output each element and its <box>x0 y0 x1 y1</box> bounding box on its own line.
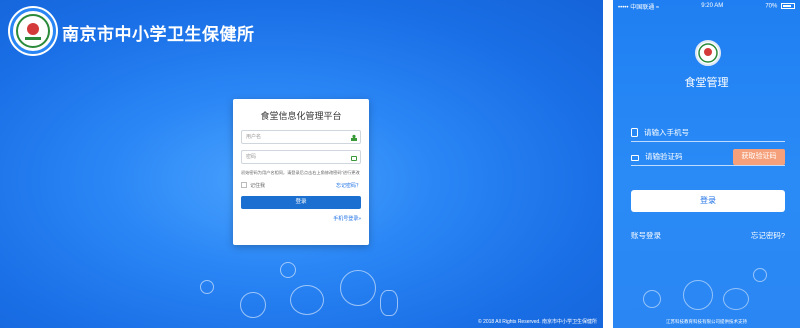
forgot-password-link[interactable]: 忘记密码？ <box>336 182 361 189</box>
user-icon <box>351 134 357 141</box>
status-bar: ••••• 中国联通 ≈ 9:20 AM 70% <box>613 0 800 12</box>
password-placeholder: 密码 <box>246 154 257 160</box>
vegetable-decoration <box>753 268 767 282</box>
logo-icon <box>695 40 721 66</box>
wifi-icon: ≈ <box>655 4 660 11</box>
remember-checkbox[interactable]: 记住我 <box>241 182 265 189</box>
checkbox-icon <box>241 182 247 188</box>
vegetable-decoration <box>290 285 324 315</box>
vegetable-decoration <box>280 262 296 278</box>
code-placeholder: 请输验证码 <box>645 152 683 161</box>
mobile-login-button[interactable]: 登录 <box>631 190 785 212</box>
status-time: 9:20 AM <box>701 3 724 9</box>
username-input[interactable]: 用户名 <box>241 130 361 144</box>
card-title: 食堂信息化管理平台 <box>260 111 342 121</box>
login-card: 食堂信息化管理平台 用户名 密码 初始密码为用户名相同，请登录后点击右上角修改密… <box>233 99 369 245</box>
mobile-login-page: ••••• 中国联通 ≈ 9:20 AM 70% 食堂管理 请输入手机号 请输验… <box>613 0 800 328</box>
vegetable-decoration <box>200 280 214 294</box>
lock-icon <box>631 155 639 161</box>
forgot-password-link[interactable]: 忘记密码? <box>751 230 785 241</box>
phone-icon <box>631 128 638 137</box>
vegetable-decoration <box>240 292 266 318</box>
phone-login-link[interactable]: 手机号登录» <box>241 215 361 222</box>
phone-input[interactable]: 请输入手机号 <box>631 124 785 142</box>
screenshot: 南京市中小学卫生保健所 食堂信息化管理平台 用户名 密码 初始密码为用户名相同，… <box>0 0 800 328</box>
desktop-footer: © 2018 All Rights Reserved. 南京市中小学卫生保健所 <box>478 319 597 325</box>
get-code-button[interactable]: 获取验证码 <box>733 149 785 165</box>
password-input[interactable]: 密码 <box>241 150 361 164</box>
signal-icon: ••••• <box>618 4 629 11</box>
battery-icon <box>781 2 795 9</box>
vegetable-decoration <box>683 280 713 310</box>
vegetable-decoration <box>643 290 661 308</box>
brand-title: 南京市中小学卫生保健所 <box>62 25 255 44</box>
lock-icon <box>351 156 357 161</box>
logo-icon <box>10 8 56 54</box>
app-title: 食堂管理 <box>684 77 729 89</box>
account-login-link[interactable]: 账号登录 <box>631 230 661 241</box>
desktop-login-page: 南京市中小学卫生保健所 食堂信息化管理平台 用户名 密码 初始密码为用户名相同，… <box>0 0 603 328</box>
vegetable-decoration <box>723 288 749 310</box>
remember-row: 记住我 忘记密码？ <box>241 182 361 189</box>
battery-status: 70% <box>765 2 795 9</box>
vegetable-decoration <box>380 290 398 316</box>
password-hint: 初始密码为用户名相同，请登录后点击右上角修改密码”进行更改 <box>241 170 360 175</box>
username-placeholder: 用户名 <box>246 134 262 140</box>
vegetable-decoration <box>340 270 376 306</box>
login-button[interactable]: 登录 <box>241 195 361 209</box>
carrier-label: ••••• 中国联通 ≈ <box>618 4 660 11</box>
remember-label: 记住我 <box>250 182 266 189</box>
phone-placeholder: 请输入手机号 <box>644 128 689 137</box>
mobile-footer: 江苏科技教育科技有限公司提供技术支持 <box>666 319 747 324</box>
